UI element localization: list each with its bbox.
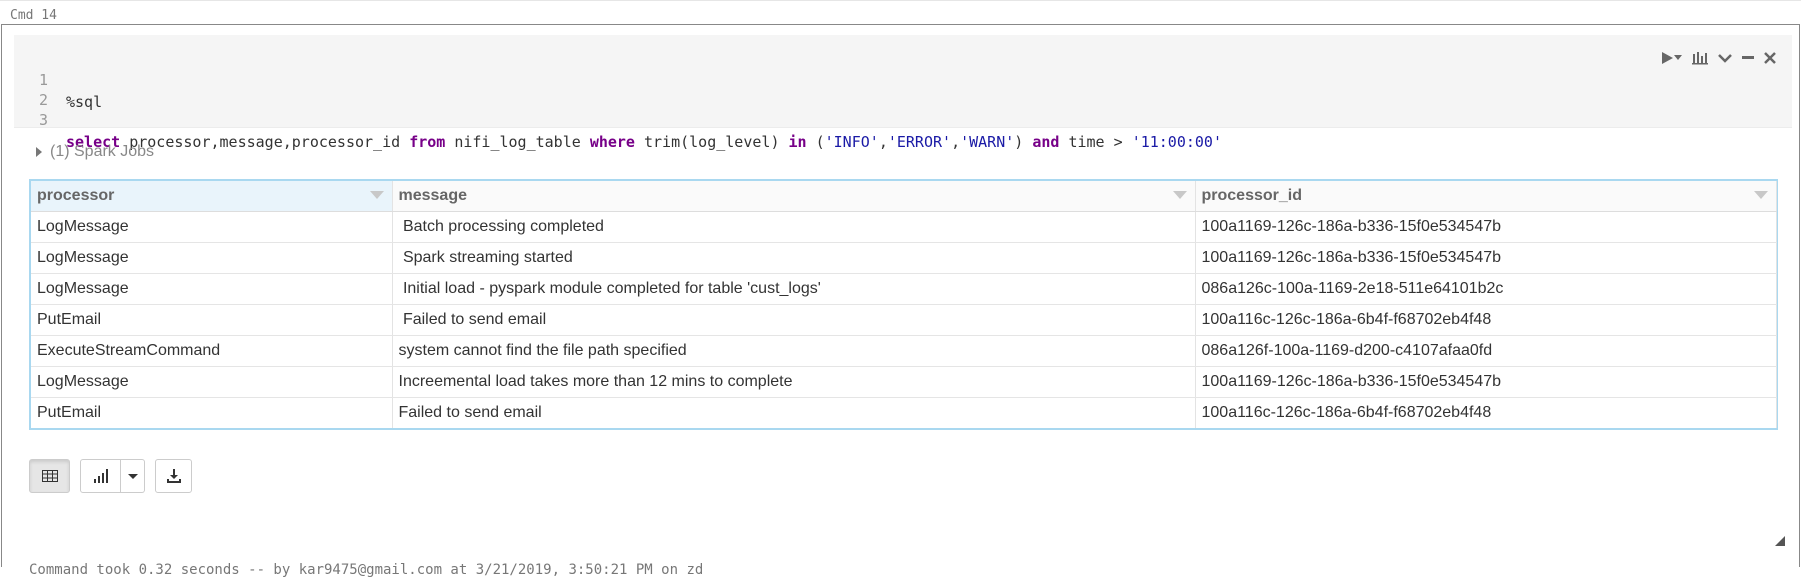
cell-processor-id: 100a116c-126c-186a-6b4f-f68702eb4f48 xyxy=(1195,304,1777,336)
cell-processor-id: 100a1169-126c-186a-b336-15f0e534547b xyxy=(1195,211,1777,243)
dropdown-icon xyxy=(1674,55,1682,60)
code-editor[interactable]: 1 %sql 2 3 select processor,message,proc… xyxy=(14,35,1792,151)
cell-processor-id: 086a126c-100a-1169-2e18-511e64101b2c xyxy=(1195,273,1777,305)
cell-processor-id: 100a1169-126c-186a-b336-15f0e534547b xyxy=(1195,242,1777,274)
cell-message: Spark streaming started xyxy=(392,242,1196,274)
chart-icon[interactable] xyxy=(1692,49,1708,67)
column-header-message[interactable]: message xyxy=(392,181,1196,212)
table-header-row: processor message processor_id xyxy=(31,181,1777,212)
chart-view-button[interactable] xyxy=(80,459,121,493)
notebook-cell: 1 %sql 2 3 select processor,message,proc… xyxy=(1,24,1800,578)
close-icon[interactable] xyxy=(1764,49,1776,67)
cell-processor: PutEmail xyxy=(31,397,393,428)
results-table: processor message processor_id LogMessag… xyxy=(29,179,1778,430)
column-header-processor[interactable]: processor xyxy=(31,181,393,212)
cell-processor: PutEmail xyxy=(31,304,393,336)
bar-chart-icon xyxy=(93,469,108,483)
download-button[interactable] xyxy=(155,459,192,493)
table-row: ExecuteStreamCommand system cannot find t… xyxy=(31,335,1777,367)
code-text: %sql xyxy=(66,93,103,111)
line-number: 3 xyxy=(38,111,48,129)
cell-processor: ExecuteStreamCommand xyxy=(31,335,393,367)
cell-toolbar xyxy=(1660,49,1776,67)
sort-icon[interactable] xyxy=(1753,191,1768,199)
spark-jobs-toggle[interactable]: (1) Spark Jobs xyxy=(36,143,154,161)
table-row: LogMessage Initial load - pyspark module… xyxy=(31,273,1777,305)
spark-jobs-label: (1) Spark Jobs xyxy=(50,143,155,160)
cell-message: Initial load - pyspark module completed … xyxy=(392,273,1196,305)
cell-message: Failed to send email xyxy=(392,304,1196,336)
result-view-toolbar xyxy=(29,459,192,493)
cell-processor-id: 086a126f-100a-1169-d200-c4107afaa0fd xyxy=(1195,335,1777,367)
cell-label: Cmd 14 xyxy=(10,8,57,23)
cell-message: system cannot find the file path specifi… xyxy=(392,335,1196,367)
chart-type-dropdown[interactable] xyxy=(121,459,145,493)
sort-icon[interactable] xyxy=(1172,191,1187,199)
run-icon[interactable] xyxy=(1660,49,1682,67)
code-line: 3 select processor,message,processor_id … xyxy=(14,87,1222,151)
table-row: LogMessage Batch processing completed 100… xyxy=(31,211,1777,243)
resize-handle-icon[interactable] xyxy=(1775,533,1785,551)
code-line: 2 xyxy=(14,67,68,109)
cell-message: Failed to send email xyxy=(392,397,1196,428)
cell-message: Batch processing completed xyxy=(392,211,1196,243)
column-header-processor-id[interactable]: processor_id xyxy=(1195,181,1777,212)
command-status: Command took 0.32 seconds -- by kar9475@… xyxy=(29,562,704,578)
table-row: PutEmail Failed to send email 100a116c-12… xyxy=(31,304,1777,336)
table-row: LogMessage Spark streaming started 100a11… xyxy=(31,242,1777,274)
table-icon xyxy=(41,470,58,482)
caret-down-icon xyxy=(127,473,138,479)
table-row: PutEmail Failed to send email 100a116c-126… xyxy=(31,397,1777,428)
sort-icon[interactable] xyxy=(369,191,384,199)
sql-query-text: select processor,message,processor_id fr… xyxy=(66,133,1222,151)
cell-processor: LogMessage xyxy=(31,273,393,305)
column-header-label: message xyxy=(398,186,468,204)
column-header-label: processor xyxy=(37,186,115,204)
code-line: 1 %sql xyxy=(14,47,102,111)
column-header-label: processor_id xyxy=(1201,186,1302,204)
top-divider xyxy=(0,0,1801,1)
cell-processor: LogMessage xyxy=(31,211,393,243)
chart-view-group xyxy=(80,459,145,493)
cell-processor: LogMessage xyxy=(31,242,393,274)
cell-processor-id: 100a116c-126c-186a-6b4f-f68702eb4f48 xyxy=(1195,397,1777,428)
download-icon xyxy=(166,469,181,483)
table-view-button[interactable] xyxy=(29,459,70,493)
caret-right-icon xyxy=(36,147,42,157)
cell-processor: LogMessage xyxy=(31,366,393,398)
table-row: LogMessage Increemental load takes more t… xyxy=(31,366,1777,398)
chevron-down-icon[interactable] xyxy=(1718,49,1732,67)
cell-message: Increemental load takes more than 12 min… xyxy=(392,366,1196,398)
minimize-icon[interactable] xyxy=(1742,49,1754,67)
cell-processor-id: 100a1169-126c-186a-b336-15f0e534547b xyxy=(1195,366,1777,398)
